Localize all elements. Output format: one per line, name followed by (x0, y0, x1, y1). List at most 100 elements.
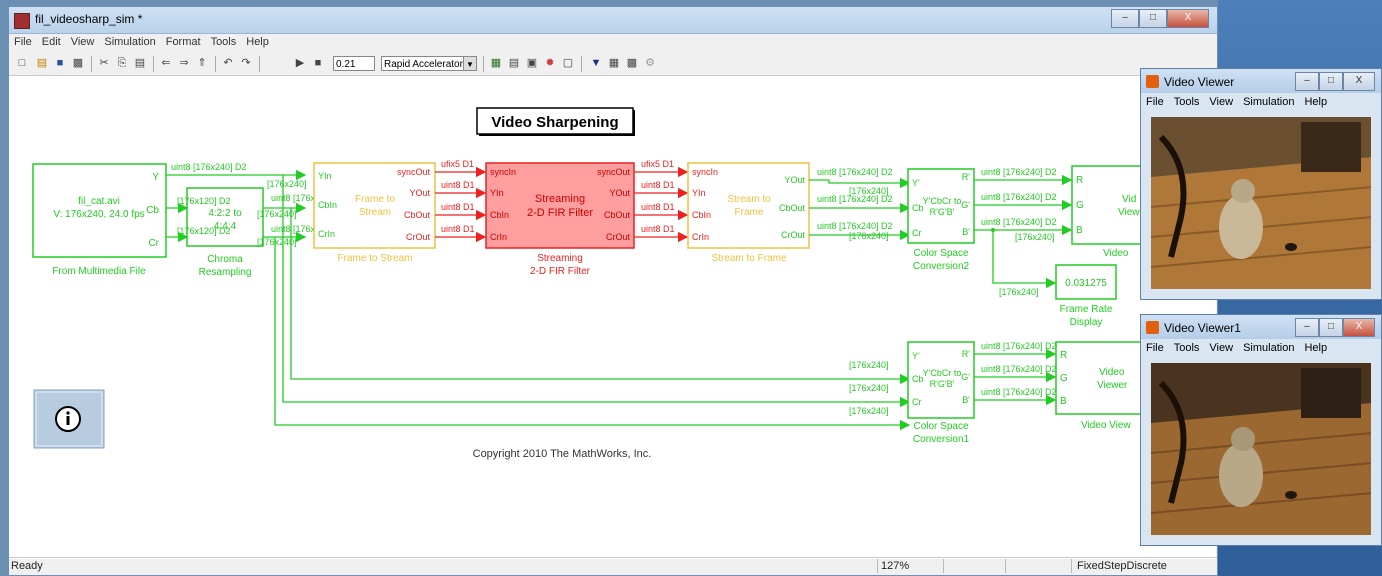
svg-text:CrOut: CrOut (406, 232, 431, 242)
menu-file[interactable]: File (9, 34, 37, 50)
minimize-button[interactable]: – (1111, 9, 1139, 28)
svg-text:Frame to: Frame to (355, 194, 395, 205)
svg-text:Y': Y' (912, 178, 920, 188)
model-explorer-icon[interactable]: ▣ (525, 56, 539, 70)
from-multimedia-file-block[interactable]: fil_cat.avi V: 176x240, 24.0 fps Y Cb Cr (32, 163, 167, 258)
svg-text:Cr: Cr (912, 397, 922, 407)
frame-rate-display-block[interactable]: 0.031275 (1055, 264, 1117, 300)
svg-text:Frame Rate: Frame Rate (1060, 304, 1113, 315)
menu-simulation[interactable]: Simulation (1238, 94, 1299, 110)
menu-file[interactable]: File (1141, 94, 1169, 110)
streaming-fir-filter-block[interactable]: syncIn YIn CbIn CrIn Streaming 2-D FIR F… (485, 162, 635, 249)
menu-help[interactable]: Help (1299, 340, 1332, 356)
menu-view[interactable]: View (1204, 340, 1238, 356)
info-button[interactable] (33, 389, 105, 449)
paste-icon[interactable]: ▤ (133, 56, 147, 70)
hdl-coder-icon[interactable]: ▼ (589, 56, 603, 70)
up-arrow-icon[interactable]: ⇑ (195, 56, 209, 70)
svg-text:Video: Video (1099, 367, 1125, 378)
config-icon[interactable]: ▦ (607, 56, 621, 70)
menu-file[interactable]: File (1141, 340, 1169, 356)
svg-text:uint8 D1: uint8 D1 (641, 180, 675, 190)
toolbar: □ ▤ ■ ▩ ✂ ⎘ ▤ ⇐ ⇒ ⇑ ↶ ↷ ▶ ■ 0.21 Rapid A… (9, 53, 1217, 76)
simulation-mode-select[interactable]: Rapid Accelerator ▼ (381, 56, 477, 71)
copy-icon[interactable]: ⎘ (115, 56, 129, 70)
zoom-icon[interactable]: ▢ (561, 56, 575, 70)
window-title: fil_videosharp_sim * (35, 12, 143, 26)
menu-tools[interactable]: Tools (206, 34, 242, 50)
color-space-conversion1-block[interactable]: Y' Cb Cr Y'CbCr to R'G'B' R' G' B' (907, 341, 975, 419)
minimize-button[interactable]: – (1295, 72, 1319, 91)
simulink-app-icon (14, 13, 30, 29)
open-folder-icon[interactable]: ▤ (35, 56, 49, 70)
close-button[interactable]: X (1343, 318, 1375, 337)
debug-icon[interactable]: ✹ (543, 56, 557, 70)
svg-text:B: B (1060, 396, 1067, 407)
menu-help[interactable]: Help (241, 34, 274, 50)
maximize-button[interactable]: □ (1139, 9, 1167, 28)
frame-to-stream-block[interactable]: YIn CbIn CrIn Frame to Stream syncOut YO… (313, 162, 436, 249)
menu-view[interactable]: View (1204, 94, 1238, 110)
library-browser-icon[interactable]: ▤ (507, 56, 521, 70)
back-arrow-icon[interactable]: ⇐ (159, 56, 173, 70)
svg-text:uint8 D1: uint8 D1 (641, 202, 675, 212)
svg-text:uint8 [176x240] D2: uint8 [176x240] D2 (981, 364, 1057, 374)
build-icon[interactable]: ▦ (489, 56, 503, 70)
svg-text:YOut: YOut (609, 188, 630, 198)
svg-text:[176x240]: [176x240] (849, 406, 889, 416)
svg-text:Resampling: Resampling (199, 267, 252, 278)
undo-icon[interactable]: ↶ (221, 56, 235, 70)
svg-text:B': B' (962, 227, 970, 237)
forward-arrow-icon[interactable]: ⇒ (177, 56, 191, 70)
window-controls: – □ X (1111, 9, 1209, 28)
diagram-canvas[interactable]: Video Sharpening fil_cat.avi V: 176x240,… (9, 76, 1216, 559)
stop-time-input[interactable]: 0.21 (333, 56, 375, 71)
redo-icon[interactable]: ↷ (239, 56, 253, 70)
maximize-button[interactable]: □ (1319, 72, 1343, 91)
stop-icon[interactable]: ■ (311, 56, 325, 70)
print-icon[interactable]: ▩ (71, 56, 85, 70)
svg-text:[176x120] D2: [176x120] D2 (177, 226, 231, 236)
status-bar: Ready 127% FixedStepDiscrete (9, 557, 1217, 575)
svg-text:uint8 D1: uint8 D1 (641, 224, 675, 234)
close-button[interactable]: X (1343, 72, 1375, 91)
zoom-level: 127% (881, 560, 910, 572)
new-file-icon[interactable]: □ (15, 56, 29, 70)
minimize-button[interactable]: – (1295, 318, 1319, 337)
svg-text:[176x240]: [176x240] (849, 360, 889, 370)
svg-text:Y': Y' (912, 351, 920, 361)
menu-simulation[interactable]: Simulation (1238, 340, 1299, 356)
video-viewer1-window: Video Viewer1 – □ X File Tools View Simulat… (1140, 314, 1382, 546)
menu-format[interactable]: Format (161, 34, 206, 50)
svg-text:[176x240]: [176x240] (999, 287, 1039, 297)
color-space-conversion2-block[interactable]: Y' Cb Cr Y'CbCr to R'G'B' R' G' B' (907, 168, 975, 244)
close-button[interactable]: X (1167, 9, 1209, 28)
svg-text:4:2:2 to: 4:2:2 to (208, 208, 242, 219)
data-icon[interactable]: ▩ (625, 56, 639, 70)
stream-to-frame-block[interactable]: syncIn YIn CbIn CrIn Stream to Frame YOu… (687, 162, 810, 249)
maximize-button[interactable]: □ (1319, 318, 1343, 337)
menu-edit[interactable]: Edit (37, 34, 66, 50)
svg-text:syncOut: syncOut (397, 167, 431, 177)
svg-text:CbIn: CbIn (490, 210, 509, 220)
svg-text:Chroma: Chroma (207, 254, 243, 265)
svg-text:CbOut: CbOut (604, 210, 631, 220)
menu-tools[interactable]: Tools (1169, 94, 1205, 110)
block-diagram: Video Sharpening fil_cat.avi V: 176x240,… (32, 107, 1153, 460)
menu-simulation[interactable]: Simulation (99, 34, 160, 50)
menu-help[interactable]: Help (1299, 94, 1332, 110)
gear-icon[interactable]: ⚙ (643, 56, 657, 70)
matlab-logo-icon (1146, 321, 1159, 334)
video-viewer-block-bottom[interactable]: R G B Video Viewer (1055, 341, 1147, 415)
menu-view[interactable]: View (66, 34, 100, 50)
svg-text:R'G'B': R'G'B' (930, 207, 955, 217)
run-icon[interactable]: ▶ (293, 56, 307, 70)
svg-text:Frame: Frame (735, 207, 764, 218)
svg-text:syncOut: syncOut (597, 167, 631, 177)
video-frame-image (1151, 117, 1371, 289)
svg-text:Cr: Cr (912, 228, 922, 238)
save-icon[interactable]: ■ (53, 56, 67, 70)
diagram-title: Video Sharpening (491, 114, 618, 131)
menu-tools[interactable]: Tools (1169, 340, 1205, 356)
cut-icon[interactable]: ✂ (97, 56, 111, 70)
